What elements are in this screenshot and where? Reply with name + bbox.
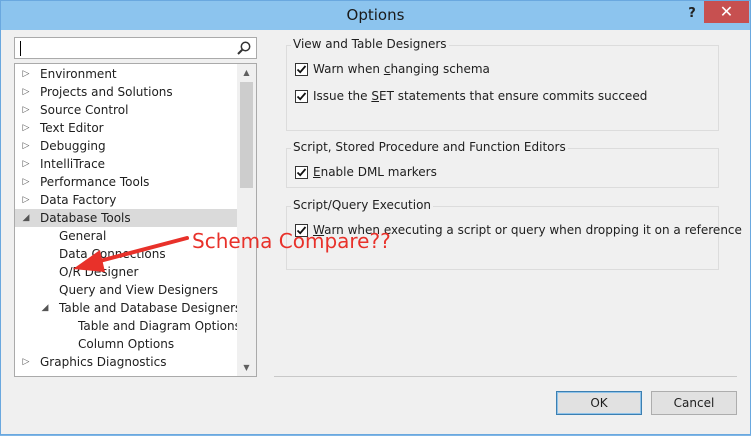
options-dialog: Options ? ✕ ▷ Environment ▷ Projects and So… [0,0,751,435]
annotation-text: Schema Compare?? [192,229,391,253]
annotation-arrow-icon [73,236,189,272]
